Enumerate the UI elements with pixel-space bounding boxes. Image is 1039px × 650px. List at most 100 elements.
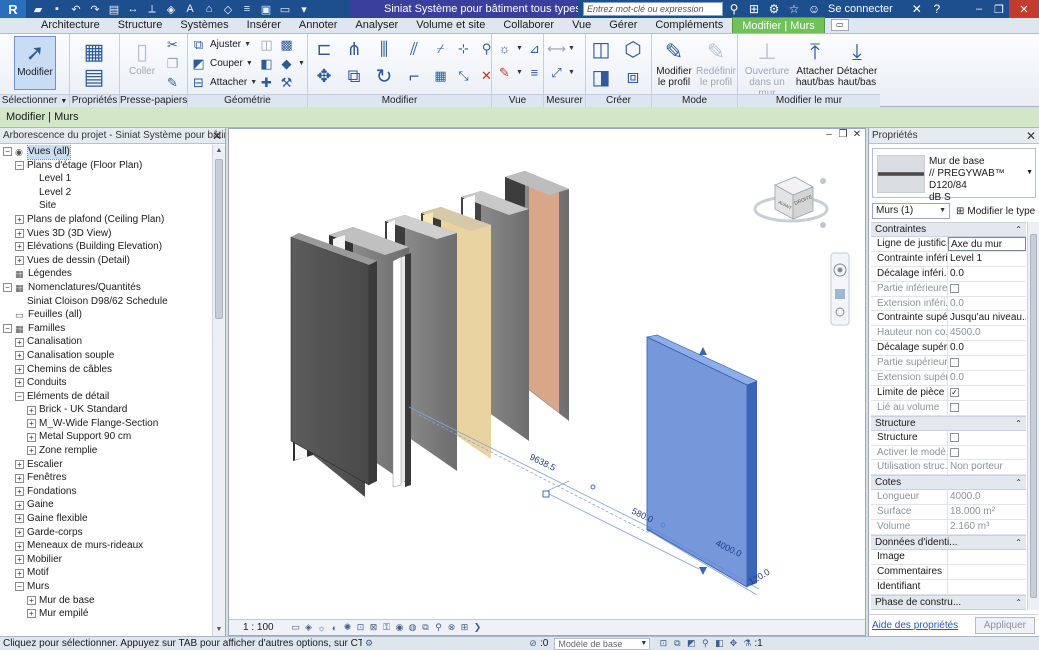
worksharing-icon[interactable]: ⧉ — [419, 622, 432, 634]
edit-type-button[interactable]: ⊞ Modifier le type — [956, 206, 1035, 217]
expand-icon[interactable]: + — [27, 432, 36, 442]
editable-only-icon[interactable]: ⊡ — [656, 638, 670, 650]
split-face-icon[interactable]: ▩ — [278, 36, 295, 53]
reveal-constraints-icon[interactable]: ⊞ — [458, 622, 471, 634]
tree-item[interactable]: + Brick - UK Standard — [0, 403, 212, 417]
expand-icon[interactable]: + — [15, 555, 24, 565]
properties-button[interactable]: ▦ — [78, 36, 110, 66]
tree-item[interactable]: + Vues 3D (3D View) — [0, 227, 212, 241]
properties-help-link[interactable]: Aide des propriétés — [872, 620, 958, 631]
expand-icon[interactable]: + — [15, 256, 24, 266]
maximize-icon[interactable]: ❐ — [989, 0, 1009, 18]
wall-panel-1[interactable] — [290, 233, 411, 488]
tree-item[interactable]: + Conduits — [0, 376, 212, 390]
tree-item[interactable]: − Eléments de détail — [0, 390, 212, 404]
tree-item[interactable]: + Chemins de câbles — [0, 363, 212, 377]
binoculars-icon[interactable]: ⚲ — [726, 1, 742, 17]
open-icon[interactable]: ▰ — [30, 2, 46, 16]
select-underlay-icon[interactable]: ◩ — [684, 638, 698, 650]
ribbon-toggle-icon[interactable]: ▭ — [830, 19, 849, 31]
tree-item[interactable]: + Gaine — [0, 498, 212, 512]
view-scale[interactable]: 1 : 100 — [229, 622, 289, 633]
tab-1[interactable]: Structure — [109, 17, 172, 33]
undo-icon[interactable]: ↶ — [68, 2, 84, 16]
tree-item[interactable]: − ▦ Nomenclatures/Quantités — [0, 281, 212, 295]
worksets-icon[interactable]: ⚙ — [362, 638, 376, 650]
tab-9[interactable]: Gérer — [600, 17, 646, 33]
type-properties-button[interactable]: ▤ — [78, 64, 110, 88]
expand-icon[interactable]: + — [15, 568, 24, 578]
tree-item[interactable]: − Murs — [0, 580, 212, 594]
exchange-apps-icon[interactable]: ✕ — [909, 1, 925, 17]
thin-lines-icon[interactable]: ≡ — [239, 2, 255, 16]
collapse-icon[interactable]: − — [3, 324, 12, 334]
property-value[interactable]: ✓ — [948, 386, 1026, 400]
help-icon[interactable]: ? — [929, 1, 945, 17]
property-group[interactable]: Structure ⌃ — [871, 415, 1026, 431]
tree-item[interactable]: + Garde-corps — [0, 526, 212, 540]
scroll-up-icon[interactable]: ▲ — [213, 145, 225, 157]
collapse-icon[interactable]: ⌃ — [1015, 476, 1022, 489]
tab-4[interactable]: Annoter — [290, 17, 347, 33]
expand-icon[interactable]: + — [15, 500, 24, 510]
tree-item[interactable]: + Gaine flexible — [0, 512, 212, 526]
expand-icon[interactable]: + — [27, 609, 36, 619]
expand-icon[interactable]: + — [15, 364, 24, 374]
expand-icon[interactable]: + — [15, 487, 24, 497]
expand-icon[interactable]: + — [15, 473, 24, 483]
tab-11[interactable]: Modifier | Murs — [732, 17, 825, 33]
property-group[interactable]: Cotes ⌃ — [871, 475, 1026, 491]
3d-view-canvas[interactable]: – ❐ ✕ 9638.5 580.0 4000.0 120.0 AVANT DR… — [228, 128, 866, 636]
lock-view-icon[interactable]: ⚿ — [380, 622, 393, 634]
tree-item[interactable]: ▭ Feuilles (all) — [0, 308, 212, 322]
section-icon[interactable]: ◇ — [220, 2, 236, 16]
tree-item[interactable]: + Fenêtres — [0, 471, 212, 485]
measure-icon[interactable]: ↔ — [125, 2, 141, 16]
instance-filter-select[interactable]: Murs (1) ▼ — [872, 203, 950, 219]
tree-item[interactable]: − Plans d'étage (Floor Plan) — [0, 159, 212, 173]
text-icon[interactable]: A — [182, 2, 198, 16]
collapse-icon[interactable]: ⌃ — [1015, 417, 1022, 430]
design-option-select[interactable]: Modèle de base ▼ — [554, 637, 651, 650]
property-value[interactable]: Level 1 — [948, 252, 1026, 266]
zoom-icon[interactable] — [835, 289, 845, 299]
move-icon[interactable]: ✥ — [312, 64, 336, 88]
drag-elements-icon[interactable]: ✥ — [726, 638, 740, 650]
dimension-icon[interactable]: ⟂ — [144, 2, 160, 16]
dimension-label-1[interactable]: 9638.5 — [528, 452, 557, 473]
create-assembly-icon[interactable]: ◨ — [588, 64, 614, 90]
linework-icon[interactable]: ✎ — [496, 64, 513, 81]
lines-icon[interactable]: ≡ — [526, 64, 543, 81]
property-group[interactable]: Contraintes ⌃ — [871, 222, 1026, 237]
property-value[interactable] — [948, 565, 1026, 579]
filter-icon[interactable]: ⚗ — [740, 638, 754, 650]
detail-level-icon[interactable]: ▭ — [289, 622, 302, 634]
crop-region-icon[interactable]: ⊠ — [367, 622, 380, 634]
hammer-icon[interactable]: ⚒ — [278, 74, 295, 91]
tree-item[interactable]: + Motif — [0, 566, 212, 580]
tab-5[interactable]: Analyser — [346, 17, 407, 33]
expand-icon[interactable]: + — [15, 541, 24, 551]
match-properties-button[interactable]: ✎ — [164, 74, 181, 91]
property-value[interactable] — [948, 431, 1026, 445]
favorites-star-icon[interactable]: ☆ — [786, 1, 802, 17]
property-group[interactable]: Données d'identi... ⌃ — [871, 535, 1026, 551]
switch-windows-icon[interactable]: ▭ — [277, 2, 293, 16]
detach-top-base-button[interactable]: ⤓ Détacher haut/bas — [836, 36, 878, 88]
save-icon[interactable]: ▪ — [49, 2, 65, 16]
join-button[interactable]: ⧉ Ajuster ▼ — [190, 36, 251, 53]
tree-item[interactable]: − ▦ Familles — [0, 322, 212, 336]
collapse-icon[interactable]: ⌃ — [1015, 536, 1022, 549]
tab-8[interactable]: Vue — [563, 17, 600, 33]
reset-profile-button[interactable]: ✎ Redéfinir le profil — [696, 36, 736, 88]
bulb-icon[interactable]: ☼ — [496, 40, 513, 57]
crop-view-icon[interactable]: ⊡ — [354, 622, 367, 634]
pick-tool-icon[interactable]: ✚ — [258, 74, 275, 91]
expand-icon[interactable]: + — [15, 378, 24, 388]
tree-item[interactable]: + Mobilier — [0, 553, 212, 567]
tree-item[interactable]: + Plans de plafond (Ceiling Plan) — [0, 213, 212, 227]
analytical-model-icon[interactable]: ⚲ — [432, 622, 445, 634]
subscription-icon[interactable]: ⊞ — [746, 1, 762, 17]
collapse-icon[interactable]: − — [3, 283, 12, 293]
cut-geometry-button[interactable]: ◩ Couper ▼ — [190, 55, 252, 72]
